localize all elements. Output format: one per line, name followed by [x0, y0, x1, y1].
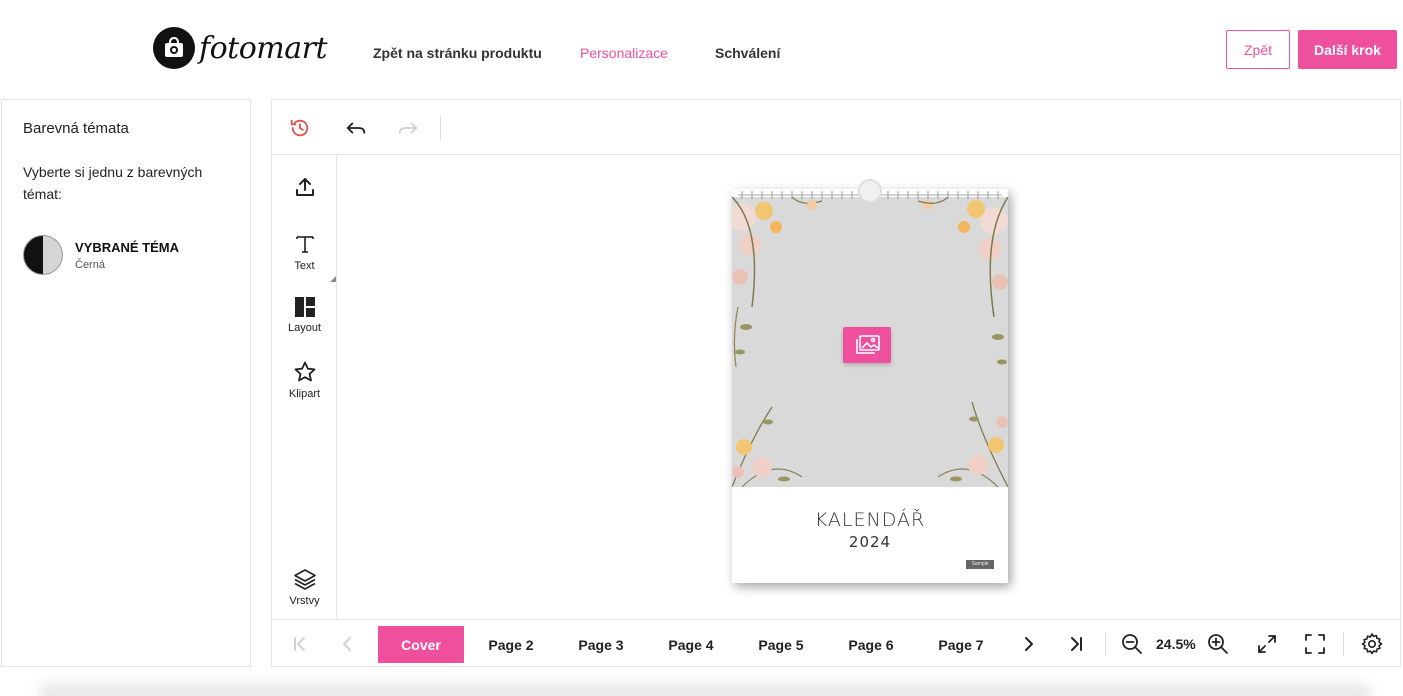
next-page-icon[interactable] — [1016, 632, 1040, 656]
next-step-button[interactable]: Další krok — [1298, 30, 1397, 69]
back-button[interactable]: Zpět — [1226, 30, 1290, 69]
page-tab-cover[interactable]: Cover — [378, 626, 464, 663]
add-photo-button[interactable] — [843, 327, 891, 363]
gear-icon[interactable] — [1360, 632, 1384, 656]
logo-text: fotomart — [199, 30, 328, 66]
page-tab-3[interactable]: Page 3 — [558, 626, 644, 663]
theme-name: VYBRANÉ TÉMA — [75, 239, 180, 255]
theme-swatch[interactable] — [23, 235, 63, 275]
page-tab-7[interactable]: Page 7 — [918, 626, 1004, 663]
layout-tool[interactable]: Layout — [272, 296, 337, 334]
sample-stamp: Sample — [966, 560, 994, 569]
side-toolbar: Text Layout Klipart Vrstvy — [272, 155, 337, 619]
expand-icon[interactable] — [1255, 632, 1279, 656]
zoom-level: 24.5% — [1156, 636, 1196, 652]
text-tool[interactable]: Text — [272, 232, 337, 272]
clipart-tool-label: Klipart — [288, 388, 321, 400]
settings-divider — [1343, 632, 1344, 656]
nav-approval[interactable]: Schválení — [715, 45, 780, 61]
history-icon[interactable] — [288, 116, 312, 140]
zoom-out-icon[interactable] — [1120, 632, 1144, 656]
header: fotomart Zpět na stránku produktu Person… — [0, 0, 1403, 98]
star-icon — [294, 361, 315, 382]
layout-tool-label: Layout — [287, 322, 322, 334]
nav-divider — [1105, 632, 1106, 656]
page-tab-4[interactable]: Page 4 — [648, 626, 734, 663]
gallery-icon — [856, 335, 880, 354]
calendar-title[interactable]: KALENDÁŘ — [732, 509, 1008, 531]
collapse-handle-icon[interactable] — [330, 276, 336, 282]
nav-personalization[interactable]: Personalizace — [580, 45, 668, 61]
upload-icon — [295, 178, 314, 196]
calendar-year[interactable]: 2024 — [732, 533, 1008, 551]
zoom-in-icon[interactable] — [1206, 632, 1230, 656]
editor: Text Layout Klipart Vrstvy KALENDÁŘ 2024… — [271, 99, 1401, 667]
theme-color-name: Černá — [75, 258, 105, 271]
prev-page-icon[interactable] — [336, 632, 360, 656]
layout-icon — [294, 297, 315, 317]
page-navigation-bar: Cover Page 2 Page 3 Page 4 Page 5 Page 6… — [272, 619, 1400, 666]
calendar-text-area[interactable]: KALENDÁŘ 2024 Sample — [732, 487, 1008, 583]
page-tab-6[interactable]: Page 6 — [828, 626, 914, 663]
logo[interactable]: fotomart — [153, 27, 328, 69]
photo-placeholder[interactable] — [732, 197, 1008, 487]
clipart-tool[interactable]: Klipart — [272, 360, 337, 400]
calendar-hanger — [858, 179, 882, 203]
text-tool-label: Text — [294, 260, 315, 272]
layers-tool[interactable]: Vrstvy — [272, 567, 337, 607]
editor-topbar — [272, 100, 1400, 155]
first-page-icon[interactable] — [288, 632, 312, 656]
last-page-icon[interactable] — [1064, 632, 1088, 656]
selected-theme[interactable]: VYBRANÉ TÉMA Černá — [23, 235, 179, 275]
panel-description: Vyberte si jednu z barevných témat: — [23, 164, 203, 202]
camera-bag-icon — [153, 27, 195, 69]
page-bottom-shadow — [40, 684, 1370, 696]
layers-icon — [293, 569, 316, 590]
toolbar-divider — [440, 116, 441, 140]
upload-tool[interactable] — [272, 175, 337, 199]
design-canvas[interactable]: KALENDÁŘ 2024 Sample — [338, 155, 1400, 619]
redo-icon[interactable] — [396, 116, 420, 140]
undo-icon[interactable] — [344, 116, 368, 140]
layers-tool-label: Vrstvy — [289, 595, 320, 607]
color-themes-panel: Barevná témata Vyberte si jednu z barevn… — [1, 99, 251, 667]
text-icon — [295, 236, 314, 253]
page-tab-5[interactable]: Page 5 — [738, 626, 824, 663]
calendar-preview[interactable]: KALENDÁŘ 2024 Sample — [732, 179, 1008, 583]
panel-title: Barevná témata — [23, 120, 129, 137]
page-tab-2[interactable]: Page 2 — [468, 626, 554, 663]
fullscreen-icon[interactable] — [1303, 632, 1327, 656]
nav-back-to-product[interactable]: Zpět na stránku produktu — [373, 45, 542, 61]
